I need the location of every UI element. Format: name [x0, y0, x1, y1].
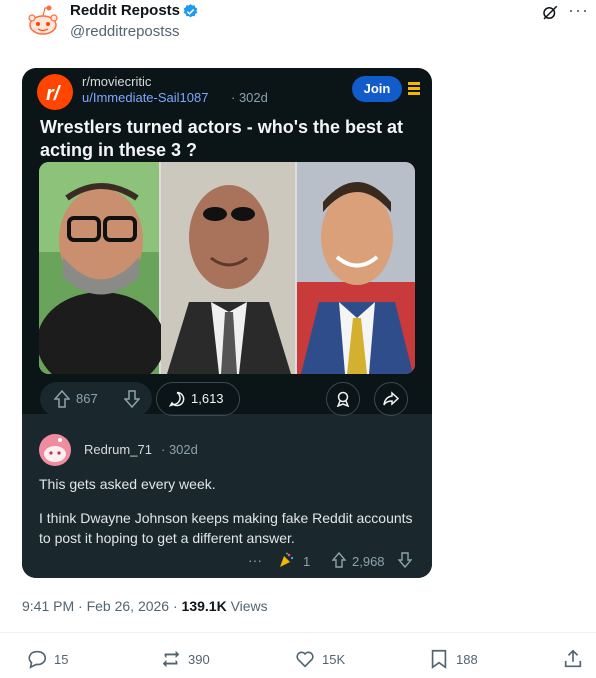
- upload-share-icon: [564, 649, 582, 668]
- post-author[interactable]: u/Immediate-Sail1087: [82, 90, 208, 105]
- time-date: 9:41 PM · Feb 26, 2026 ·: [22, 598, 182, 614]
- comment-upvote-icon[interactable]: [332, 552, 346, 568]
- comment-more-icon[interactable]: ···: [248, 552, 262, 568]
- vote-pill: 867: [40, 382, 152, 416]
- grok-icon[interactable]: [541, 4, 559, 22]
- subreddit-logo-icon: r/: [37, 74, 73, 110]
- repost-count: 390: [188, 652, 210, 667]
- commenter-username[interactable]: Redrum_71: [84, 442, 152, 457]
- downvote-icon[interactable]: [124, 390, 140, 408]
- author-name[interactable]: Reddit Reposts: [70, 2, 180, 19]
- subreddit-name[interactable]: r/moviecritic: [82, 74, 151, 89]
- post-age: · 302d: [231, 90, 268, 105]
- author-avatar[interactable]: [24, 2, 62, 40]
- upvote-icon[interactable]: [54, 390, 70, 408]
- party-award-icon[interactable]: [278, 552, 294, 568]
- divider: [0, 632, 596, 633]
- post-timestamp[interactable]: 9:41 PM · Feb 26, 2026 · 139.1K Views: [22, 598, 268, 614]
- more-options-icon[interactable]: ···: [568, 0, 589, 21]
- author-handle[interactable]: @redditrepostss: [70, 23, 179, 40]
- share-button[interactable]: [374, 382, 408, 416]
- upvote-count: 867: [76, 391, 98, 406]
- comment-award-count: 1: [303, 554, 311, 569]
- verified-badge-icon: [182, 3, 199, 20]
- bookmark-count: 188: [456, 652, 478, 667]
- heart-icon: [296, 651, 314, 668]
- svg-text:r/: r/: [46, 83, 62, 105]
- comment-downvote-icon[interactable]: [398, 552, 412, 568]
- comment-text-line2: I think Dwayne Johnson keeps making fake…: [39, 510, 413, 546]
- reddit-embed-card[interactable]: r/ r/moviecritic u/Immediate-Sail1087 · …: [22, 68, 432, 578]
- views-label: Views: [226, 598, 268, 614]
- share-icon: [383, 391, 399, 406]
- award-button[interactable]: [326, 382, 360, 416]
- comment-count: 1,613: [191, 391, 224, 406]
- views-count: 139.1K: [181, 598, 227, 614]
- comment-age: · 302d: [161, 442, 198, 457]
- repost-icon: [162, 650, 180, 668]
- post-title[interactable]: Wrestlers turned actors - who's the best…: [40, 116, 420, 162]
- comment-icon: [169, 391, 185, 407]
- comment-vote-count: 2,968: [352, 554, 385, 569]
- comment-text-line1: This gets asked every week.: [39, 476, 216, 492]
- reply-icon: [28, 650, 47, 669]
- bookmark-icon: [431, 649, 447, 669]
- like-count: 15K: [322, 652, 346, 667]
- join-button[interactable]: Join: [352, 76, 402, 102]
- award-icon: [336, 391, 350, 407]
- post-image[interactable]: [39, 162, 415, 374]
- commenter-avatar[interactable]: [39, 434, 71, 466]
- menu-icon[interactable]: [408, 82, 420, 96]
- reply-count: 15: [54, 652, 69, 667]
- comments-button[interactable]: 1,613: [156, 382, 240, 416]
